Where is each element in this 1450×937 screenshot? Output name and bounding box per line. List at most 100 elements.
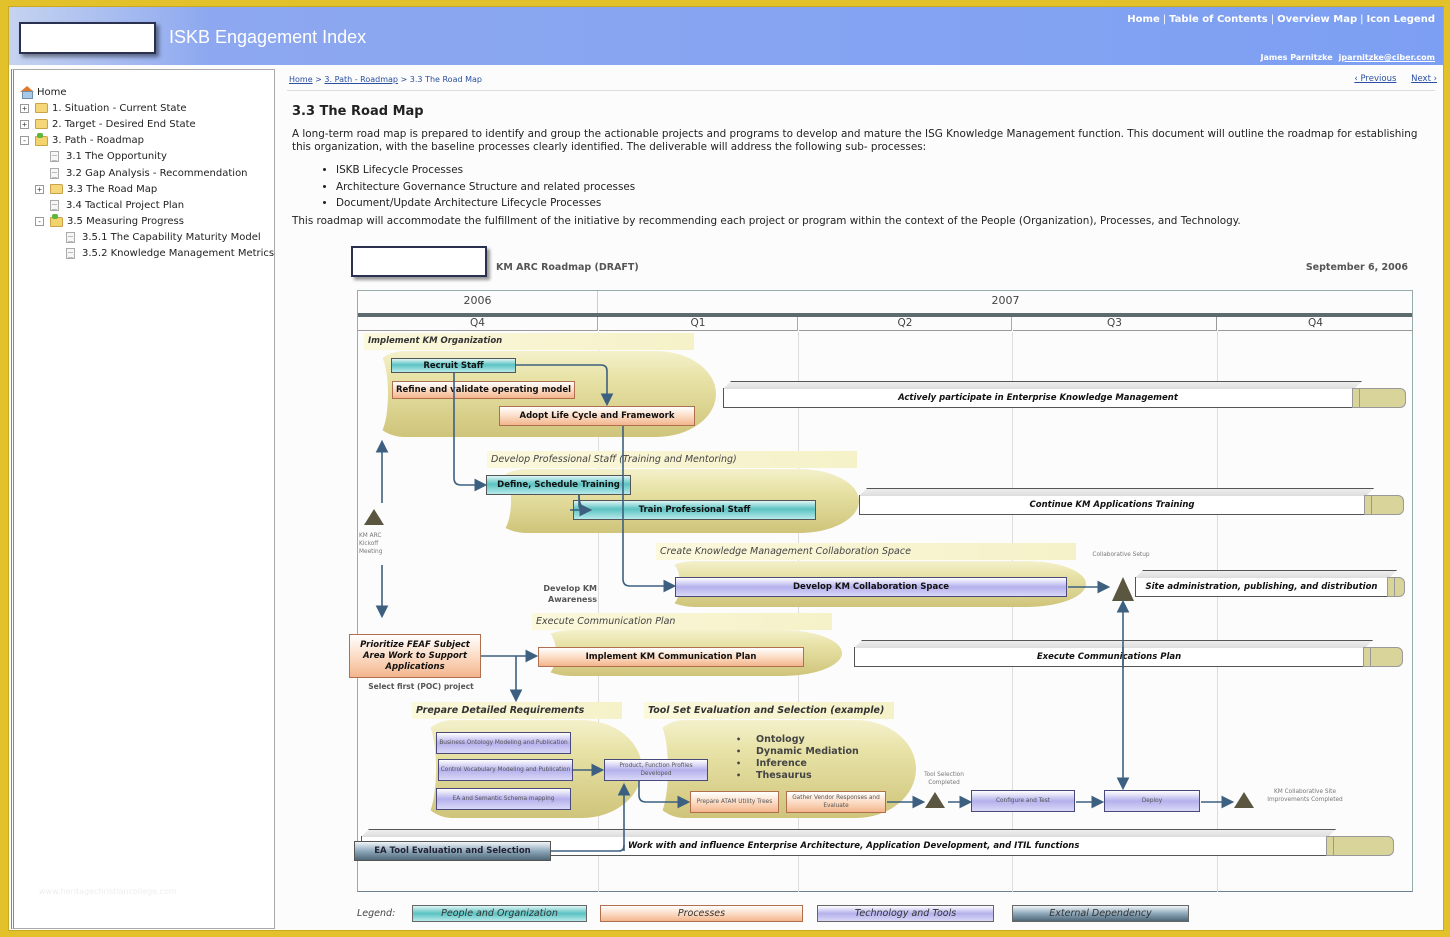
page-icon [66,248,75,260]
collapse-icon[interactable]: - [20,136,29,146]
tree-item-label: 3.1 The Opportunity [66,151,167,163]
intro-paragraph: A long-term road map is prepared to iden… [292,128,1418,153]
task-product-profiles[interactable]: Product, Function Profiles Developed [604,759,708,781]
band-label-comm-plan: Execute Communication Plan [532,613,832,630]
legend-people: People and Organization [412,905,587,922]
task-train-staff[interactable]: Train Professional Staff [573,500,816,520]
bar-cap [1363,647,1403,667]
tree-item-label: 3.5 Measuring Progress [67,216,184,228]
tree-item-situation[interactable]: + 1. Situation - Current State [20,100,274,116]
app-header: ISKB Engagement Index Home | Table of Cont… [9,7,1443,65]
bar-top [854,640,1373,648]
tree-item-measuring-progress[interactable]: - 3.5 Measuring Progress [20,213,274,230]
tree-item-km-metrics[interactable]: 3.5.2 Knowledge Management Metrics [20,246,274,262]
bullet-item: Dynamic Mediation [736,746,859,758]
watermark: www.heritagechristiancollege.com [39,887,177,896]
task-vocabulary-modeling[interactable]: Control Vocabulary Modeling and Publicat… [438,759,573,781]
quarter-2007-q4: Q4 [1218,317,1413,331]
subprocess-list: ISKB Lifecycle Processes Architecture Go… [336,162,1427,212]
bar-label: Continue KM Applications Training [1029,500,1195,510]
tree-item-label: 3.3 The Road Map [67,183,158,195]
band-label-toolset: Tool Set Evaluation and Selection (examp… [644,702,894,719]
bullet-item: Thesaurus [736,770,859,782]
diagram-legend: Legend: People and Organization Processe… [357,905,1417,923]
home-icon [20,86,34,100]
user-email-link[interactable]: jparnitzke@ciber.com [1339,53,1435,62]
bar-label: Actively participate in Enterprise Knowl… [898,393,1178,403]
task-recruit-staff[interactable]: Recruit Staff [391,358,516,373]
task-develop-collab-space[interactable]: Develop KM Collaboration Space [675,577,1067,597]
tree-item-target[interactable]: + 2. Target - Desired End State [20,116,274,132]
expand-icon[interactable]: + [35,184,44,194]
page-body: A long-term road map is prepared to iden… [292,128,1427,228]
task-implement-comm-plan[interactable]: Implement KM Communication Plan [538,647,804,667]
list-item: ISKB Lifecycle Processes [336,162,1427,179]
tree-item-path-roadmap[interactable]: - 3. Path - Roadmap [20,132,274,149]
page-icon [66,232,75,244]
bar-top [1135,570,1397,578]
task-configure-test[interactable]: Configure and Test [971,790,1075,812]
nav-icon-legend[interactable]: Icon Legend [1367,14,1436,25]
milestone-site-improvements-icon [1234,792,1254,808]
quarter-2007-q3: Q3 [1013,317,1217,331]
tree-item-gap-analysis[interactable]: 3.2 Gap Analysis - Recommendation [20,165,274,181]
tree-item-tactical-plan[interactable]: 3.4 Tactical Project Plan [20,197,274,213]
milestone-tool-selection-label: Tool Selection Completed [924,772,964,786]
task-refine-operating-model[interactable]: Refine and validate operating model [392,381,575,399]
task-define-training[interactable]: Define, Schedule Training [486,475,631,495]
quarter-2007-q2: Q2 [799,317,1012,331]
breadcrumb-sep: > [315,75,322,84]
pager: ‹ Previous Next › [1342,74,1437,84]
tree-item-label: 3.2 Gap Analysis - Recommendation [66,167,248,179]
task-atam-utility-trees[interactable]: Prepare ATAM Utility Trees [690,791,779,813]
diagram-date: September 6, 2006 [1305,262,1408,273]
milestone-kickoff-label: KM ARC Kickoff Meeting [359,533,383,555]
ongoing-participate: Actively participate in Enterprise Knowl… [723,388,1406,408]
page-title: 3.3 The Road Map [292,104,424,119]
band-label-requirements: Prepare Detailed Requirements [412,702,622,719]
task-prioritize-feaf[interactable]: Prioritize FEAF Subject Area Work to Sup… [349,634,481,678]
task-deploy[interactable]: Deploy [1104,790,1200,812]
divider [287,90,1435,91]
note-develop-awareness: Develop KM Awareness [543,584,597,604]
tree-item-road-map[interactable]: + 3.3 The Road Map [20,181,274,197]
nav-home[interactable]: Home [1127,14,1159,25]
collapse-icon[interactable]: - [35,217,44,227]
tree-item-opportunity[interactable]: 3.1 The Opportunity [20,149,274,165]
ongoing-continue-training: Continue KM Applications Training [859,495,1404,515]
bar-top [723,381,1362,389]
legend-processes: Processes [600,905,803,922]
nav-table-of-contents[interactable]: Table of Contents [1169,14,1268,25]
task-vendor-responses[interactable]: Gather Vendor Responses and Evaluate [786,791,886,813]
task-ea-tool-evaluation[interactable]: EA Tool Evaluation and Selection [354,841,551,861]
task-adopt-lifecycle[interactable]: Adopt Life Cycle and Framework [499,406,695,426]
diagram-title: KM ARC Roadmap (DRAFT) [496,262,639,273]
list-item: Document/Update Architecture Lifecycle P… [336,195,1427,212]
task-ea-schema-mapping[interactable]: EA and Semantic Schema mapping [436,788,571,810]
task-ontology-modeling[interactable]: Business Ontology Modeling and Publicati… [436,732,571,754]
folder-icon [50,184,63,195]
band-label-develop-staff: Develop Professional Staff (Training and… [487,451,857,468]
tree-item-home[interactable]: Home [20,84,274,100]
sidebar-tree: Home + 1. Situation - Current State + 2.… [11,69,275,929]
nav-overview-map[interactable]: Overview Map [1277,14,1357,25]
tree-item-label: 2. Target - Desired End State [52,118,196,130]
milestone-collab-setup-label: Collaborative Setup [1092,552,1150,558]
ongoing-site-admin: Site administration, publishing, and dis… [1135,577,1405,597]
tree-item-capability-maturity[interactable]: 3.5.1 The Capability Maturity Model [20,230,274,246]
expand-icon[interactable]: + [20,119,29,129]
app-window: ISKB Engagement Index Home | Table of Cont… [8,6,1444,931]
breadcrumb-home[interactable]: Home [289,75,313,84]
tree-item-label: 3.5.2 Knowledge Management Metrics [82,248,275,260]
bullet-item: Inference [736,758,859,770]
breadcrumb-path-roadmap[interactable]: 3. Path - Roadmap [324,75,398,84]
quarter-2007-q1: Q1 [599,317,798,331]
next-link[interactable]: Next › [1411,74,1437,84]
bullet-item: Ontology [736,734,859,746]
ongoing-exec-comm: Execute Communications Plan [854,647,1403,667]
gridline [1217,332,1218,892]
milestone-site-improvements-label: KM Collaborative Site Improvements Compl… [1267,789,1343,803]
previous-link[interactable]: ‹ Previous [1354,74,1396,84]
tree-item-label: 1. Situation - Current State [52,102,187,114]
expand-icon[interactable]: + [20,103,29,113]
